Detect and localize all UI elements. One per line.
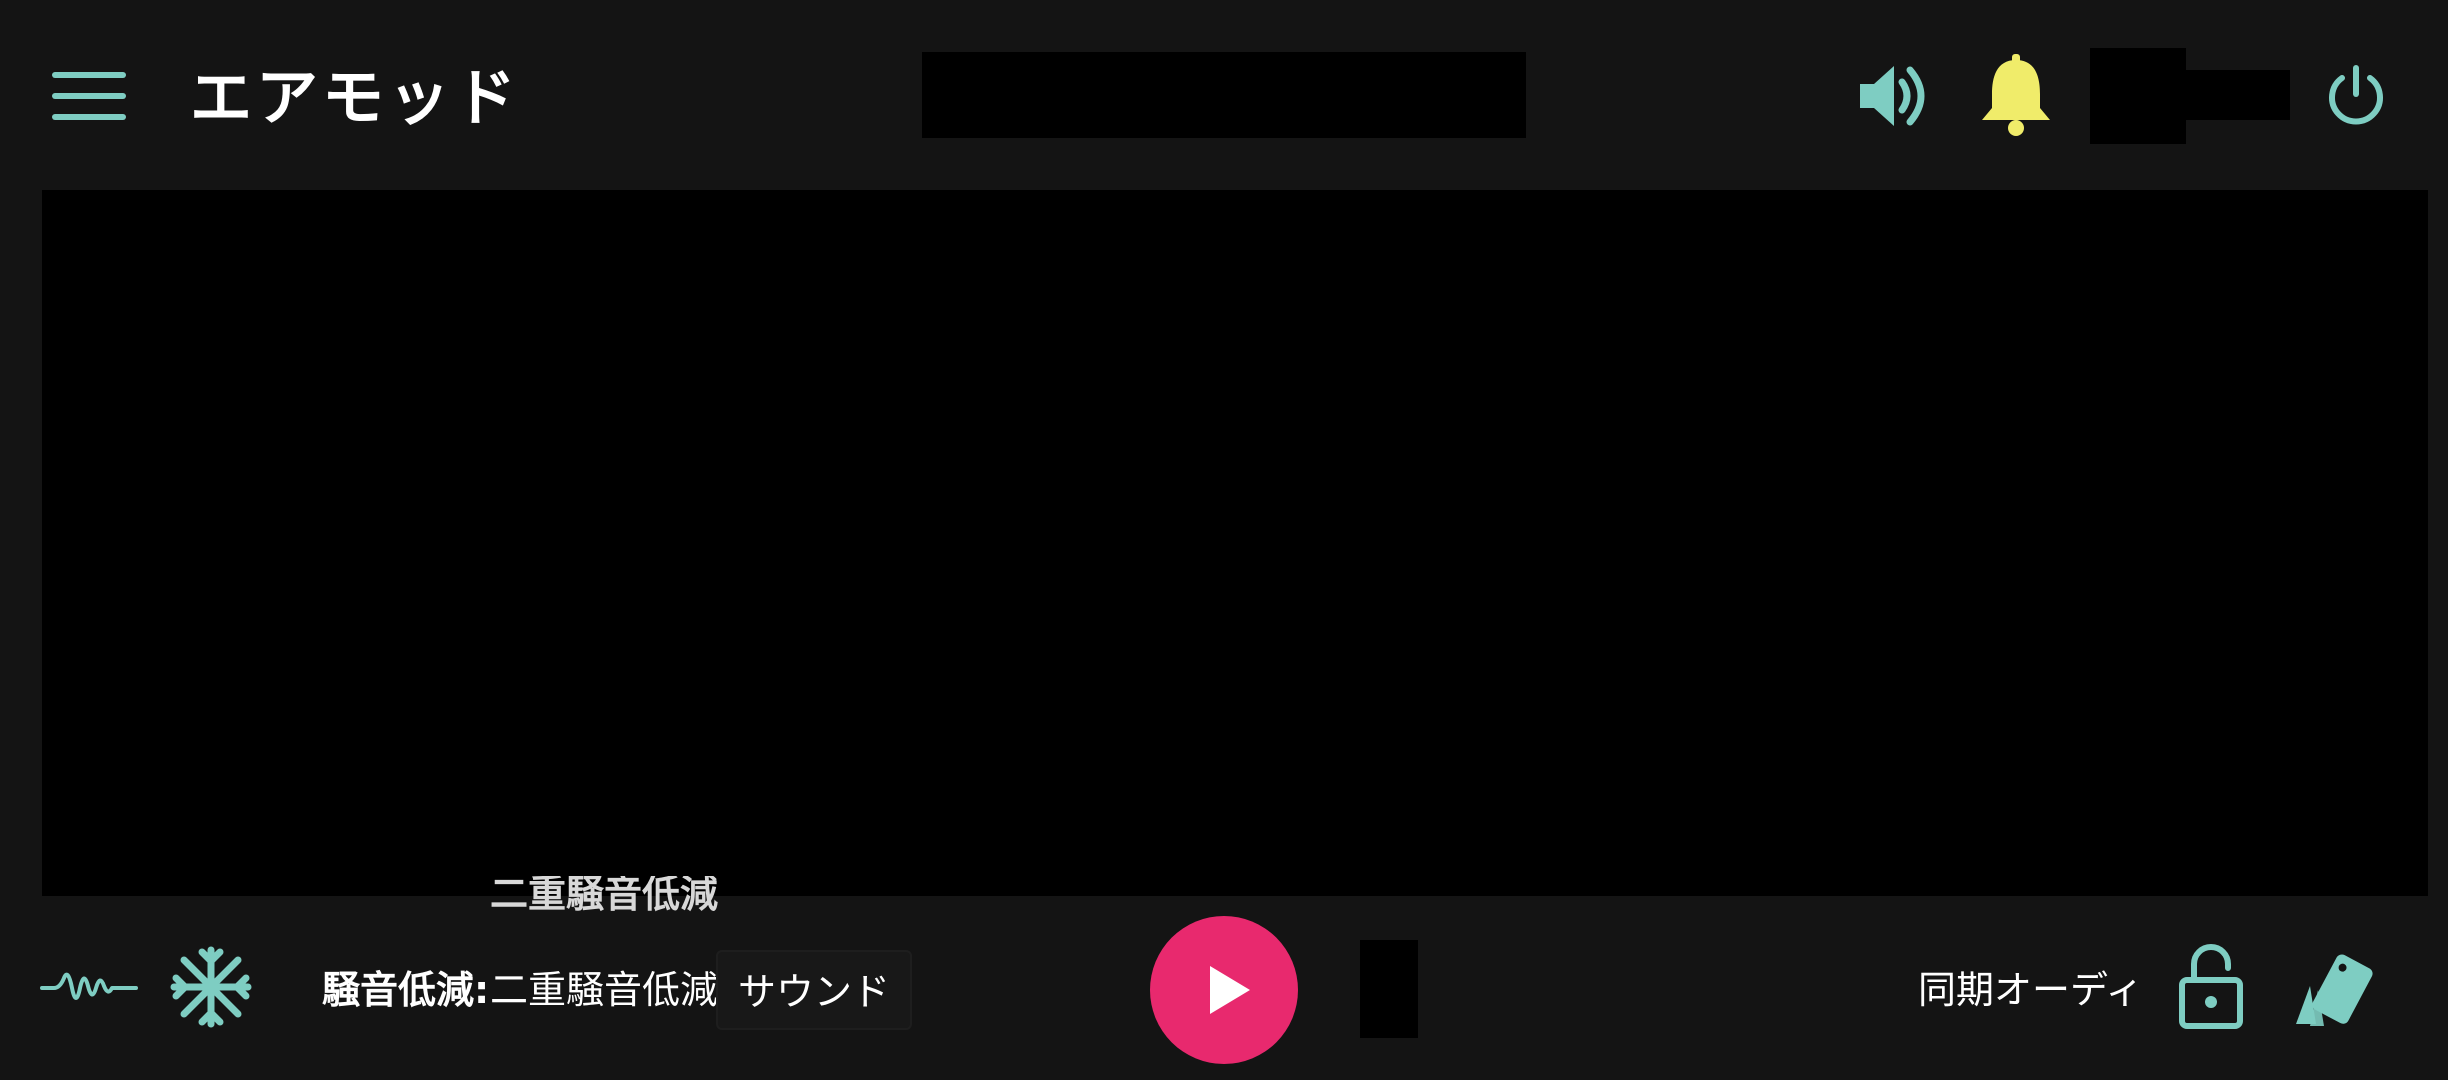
- noise-reduction-label: 騒音低減:: [322, 968, 490, 1012]
- partially-hidden-label: 二重騒音低減: [490, 876, 719, 912]
- sync-audio-label[interactable]: 同期オーディ: [1918, 962, 2143, 1018]
- sound-tab[interactable]: サウンド: [716, 950, 912, 1030]
- sound-wave-icon[interactable]: [40, 962, 138, 1012]
- redacted-area: [1360, 940, 1418, 1038]
- header-bar: エアモッド: [0, 0, 2448, 190]
- main-content-panel: [42, 190, 2428, 896]
- play-button[interactable]: [1150, 916, 1298, 1064]
- snowflake-icon[interactable]: [170, 946, 252, 1028]
- power-icon[interactable]: [2324, 64, 2388, 128]
- app-window: エアモッド 二重騒音低減 騒音低減: 二重騒音低減 サウンド 同期オーディ: [0, 0, 2448, 1080]
- redacted-area: [2184, 70, 2290, 120]
- noise-reduction-value[interactable]: 二重騒音低減: [490, 962, 718, 1018]
- redacted-area: [2090, 48, 2186, 144]
- play-icon: [1210, 966, 1250, 1014]
- bell-icon[interactable]: [1980, 54, 2052, 138]
- unlocked-padlock-icon[interactable]: [2178, 942, 2244, 1030]
- app-title: エアモッド: [190, 61, 521, 134]
- speaker-volume-icon[interactable]: [1856, 58, 1932, 134]
- cards-icon[interactable]: [2290, 950, 2374, 1030]
- redacted-area: [922, 52, 1526, 138]
- hamburger-menu-icon[interactable]: [52, 68, 126, 124]
